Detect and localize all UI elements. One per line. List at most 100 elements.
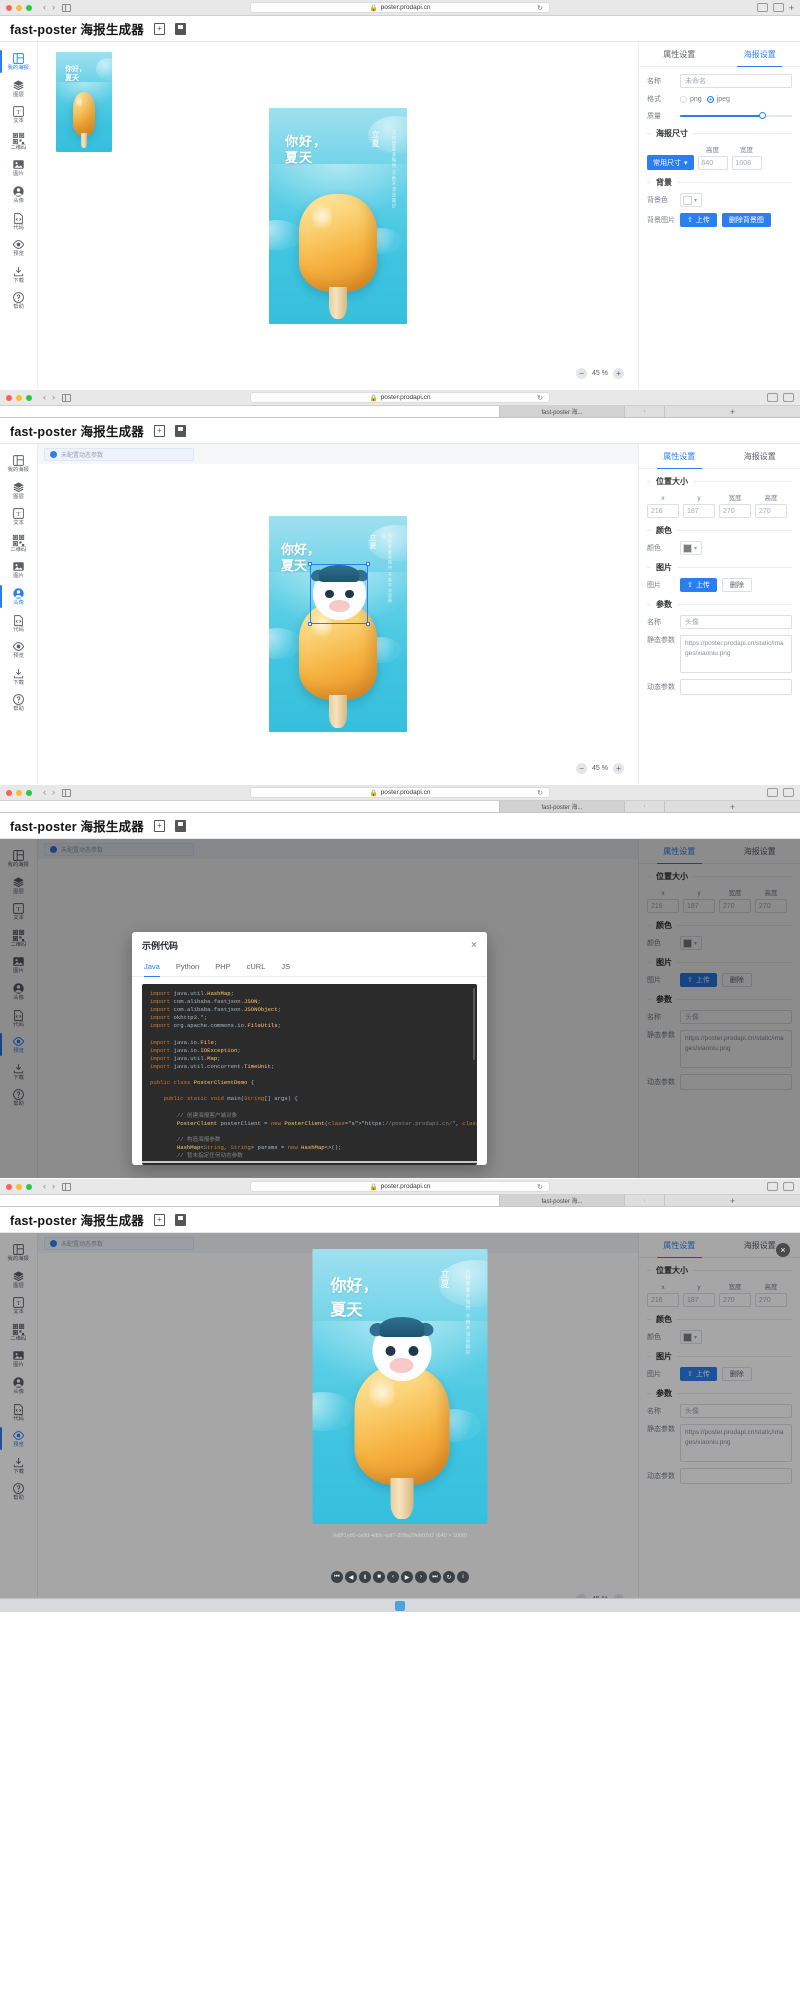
tab-js[interactable]: JS bbox=[281, 957, 290, 976]
tab-minimize-button[interactable]: · bbox=[625, 801, 665, 812]
tab-poster-settings[interactable]: 海报设置 bbox=[720, 42, 800, 66]
rewind-icon[interactable]: ◀ bbox=[345, 1571, 357, 1583]
zoom-out-button[interactable]: − bbox=[576, 763, 587, 774]
loop-icon[interactable]: ↻ bbox=[443, 1571, 455, 1583]
window-controls-3[interactable] bbox=[6, 790, 32, 796]
zoom-out-button[interactable]: − bbox=[576, 368, 587, 379]
new-document-icon[interactable] bbox=[154, 425, 165, 437]
sidebar-item-avatar[interactable]: 头像 bbox=[0, 181, 38, 208]
save-icon[interactable] bbox=[175, 820, 186, 832]
share-icon[interactable] bbox=[767, 1182, 778, 1191]
dynamic-param-chip[interactable]: 未配置动态参数 bbox=[44, 448, 194, 461]
sidebar-toggle-icon[interactable] bbox=[62, 4, 71, 12]
sidebar-item-layout[interactable]: 我的海报 bbox=[0, 450, 38, 477]
delete-bg-button[interactable]: 删除背景图 bbox=[722, 213, 771, 227]
info-icon[interactable]: i bbox=[457, 1571, 469, 1583]
browser-tab[interactable]: fast-poster 海... bbox=[500, 1195, 625, 1206]
minimize-window-dot[interactable] bbox=[16, 1184, 22, 1190]
static-param-textarea[interactable]: https://poster.prodapi.cn/static/images/… bbox=[680, 635, 792, 673]
slider-knob[interactable] bbox=[759, 112, 766, 119]
sidebar-item-code[interactable]: 代码 bbox=[0, 208, 38, 235]
new-document-icon[interactable] bbox=[154, 820, 165, 832]
sidebar-item-help[interactable]: 帮助 bbox=[0, 287, 38, 314]
add-tab-button[interactable]: + bbox=[665, 1195, 800, 1206]
back-button[interactable]: ‹ bbox=[43, 393, 46, 402]
format-option-jpeg[interactable]: jpeg bbox=[707, 96, 730, 103]
selection-box[interactable] bbox=[310, 564, 368, 624]
poster-thumbnail[interactable]: 你好，夏天 bbox=[56, 52, 112, 152]
poster-canvas-2[interactable]: 你好，夏天 立夏 方知夏夏多愉快 不熱不凉是最好 bbox=[269, 516, 407, 732]
tab-curl[interactable]: cURL bbox=[247, 957, 266, 976]
sidebar-item-layout[interactable]: 我的海报 bbox=[0, 48, 38, 75]
minimize-window-dot[interactable] bbox=[16, 790, 22, 796]
back-icon[interactable]: ‹ bbox=[387, 1571, 399, 1583]
sidebar-item-image[interactable]: 图片 bbox=[0, 154, 38, 181]
sidebar-item-code[interactable]: 代码 bbox=[0, 610, 38, 637]
tab-attribute-settings[interactable]: 属性设置 bbox=[639, 42, 720, 66]
resize-handle-nw[interactable] bbox=[308, 562, 312, 566]
sidebar-item-eye[interactable]: 预览 bbox=[0, 636, 38, 663]
tab-php[interactable]: PHP bbox=[215, 957, 230, 976]
add-tab-button[interactable]: + bbox=[789, 3, 794, 13]
save-icon[interactable] bbox=[175, 1214, 186, 1226]
x-input[interactable]: 216 bbox=[647, 504, 679, 518]
maximize-window-dot[interactable] bbox=[26, 1184, 32, 1190]
poster-name-input[interactable]: 未命名 bbox=[680, 74, 792, 88]
delete-image-button[interactable]: 删除 bbox=[722, 578, 752, 592]
param-name-input[interactable]: 头像 bbox=[680, 615, 792, 629]
tab-python[interactable]: Python bbox=[176, 957, 199, 976]
new-document-icon[interactable] bbox=[154, 23, 165, 35]
play-icon[interactable]: ▶ bbox=[401, 1571, 413, 1583]
format-option-png[interactable]: png bbox=[680, 96, 702, 103]
address-bar-4[interactable]: 🔒 poster.prodapi.cn ↻ bbox=[250, 1181, 550, 1192]
zoom-in-button[interactable]: + bbox=[613, 763, 624, 774]
back-button[interactable]: ‹ bbox=[43, 1182, 46, 1191]
sidebar-item-text[interactable]: T文本 bbox=[0, 503, 38, 530]
resize-handle-ne[interactable] bbox=[366, 562, 370, 566]
sidebar-toggle-icon[interactable] bbox=[62, 394, 71, 402]
forward-button[interactable]: › bbox=[52, 393, 55, 402]
new-tab-icon[interactable] bbox=[783, 393, 794, 402]
tab-attribute-settings[interactable]: 属性设置 bbox=[639, 444, 720, 468]
window-controls[interactable] bbox=[6, 5, 32, 11]
close-preview-button[interactable]: × bbox=[776, 1243, 790, 1257]
address-bar-3[interactable]: 🔒 poster.prodapi.cn ↻ bbox=[250, 787, 550, 798]
code-horizontal-scrollbar[interactable] bbox=[142, 1161, 477, 1163]
reload-icon[interactable]: ↻ bbox=[537, 789, 543, 797]
close-window-dot[interactable] bbox=[6, 5, 12, 11]
back-button[interactable]: ‹ bbox=[43, 3, 46, 12]
new-tab-icon[interactable] bbox=[783, 1182, 794, 1191]
forward-button[interactable]: › bbox=[52, 1182, 55, 1191]
close-window-dot[interactable] bbox=[6, 395, 12, 401]
maximize-window-dot[interactable] bbox=[26, 790, 32, 796]
zoom-control-1[interactable]: − 45 % + bbox=[576, 368, 624, 379]
minimize-window-dot[interactable] bbox=[16, 395, 22, 401]
width-input[interactable]: 1008 bbox=[732, 156, 762, 170]
code-vertical-scrollbar[interactable] bbox=[473, 988, 475, 1060]
sidebar-item-avatar[interactable]: 头像 bbox=[0, 583, 38, 610]
save-icon[interactable] bbox=[175, 23, 186, 35]
reload-icon[interactable]: ↻ bbox=[537, 4, 543, 12]
stop-icon[interactable]: ■ bbox=[373, 1571, 385, 1583]
add-tab-button[interactable]: + bbox=[665, 801, 800, 812]
code-viewer[interactable]: import java.util.HashMap; import com.ali… bbox=[142, 984, 477, 1165]
new-tab-icon[interactable] bbox=[773, 3, 784, 12]
sidebar-toggle-icon[interactable] bbox=[62, 789, 71, 797]
browser-tab[interactable]: fast-poster 海... bbox=[500, 801, 625, 812]
resize-handle-sw[interactable] bbox=[308, 622, 312, 626]
share-icon[interactable] bbox=[767, 393, 778, 402]
sidebar-item-text[interactable]: T文本 bbox=[0, 101, 38, 128]
maximize-window-dot[interactable] bbox=[26, 395, 32, 401]
sidebar-item-layers[interactable]: 图层 bbox=[0, 477, 38, 504]
address-bar-2[interactable]: 🔒 poster.prodapi.cn ↻ bbox=[250, 392, 550, 403]
forward-button[interactable]: › bbox=[52, 788, 55, 797]
share-icon[interactable] bbox=[767, 788, 778, 797]
pause-icon[interactable]: Ⅱ bbox=[359, 1571, 371, 1583]
close-window-dot[interactable] bbox=[6, 790, 12, 796]
maximize-window-dot[interactable] bbox=[26, 5, 32, 11]
tab-java[interactable]: Java bbox=[144, 957, 160, 976]
save-icon[interactable] bbox=[175, 425, 186, 437]
share-icon[interactable] bbox=[757, 3, 768, 12]
tab-minimize-button[interactable]: · bbox=[625, 406, 665, 417]
width-input[interactable]: 270 bbox=[719, 504, 751, 518]
